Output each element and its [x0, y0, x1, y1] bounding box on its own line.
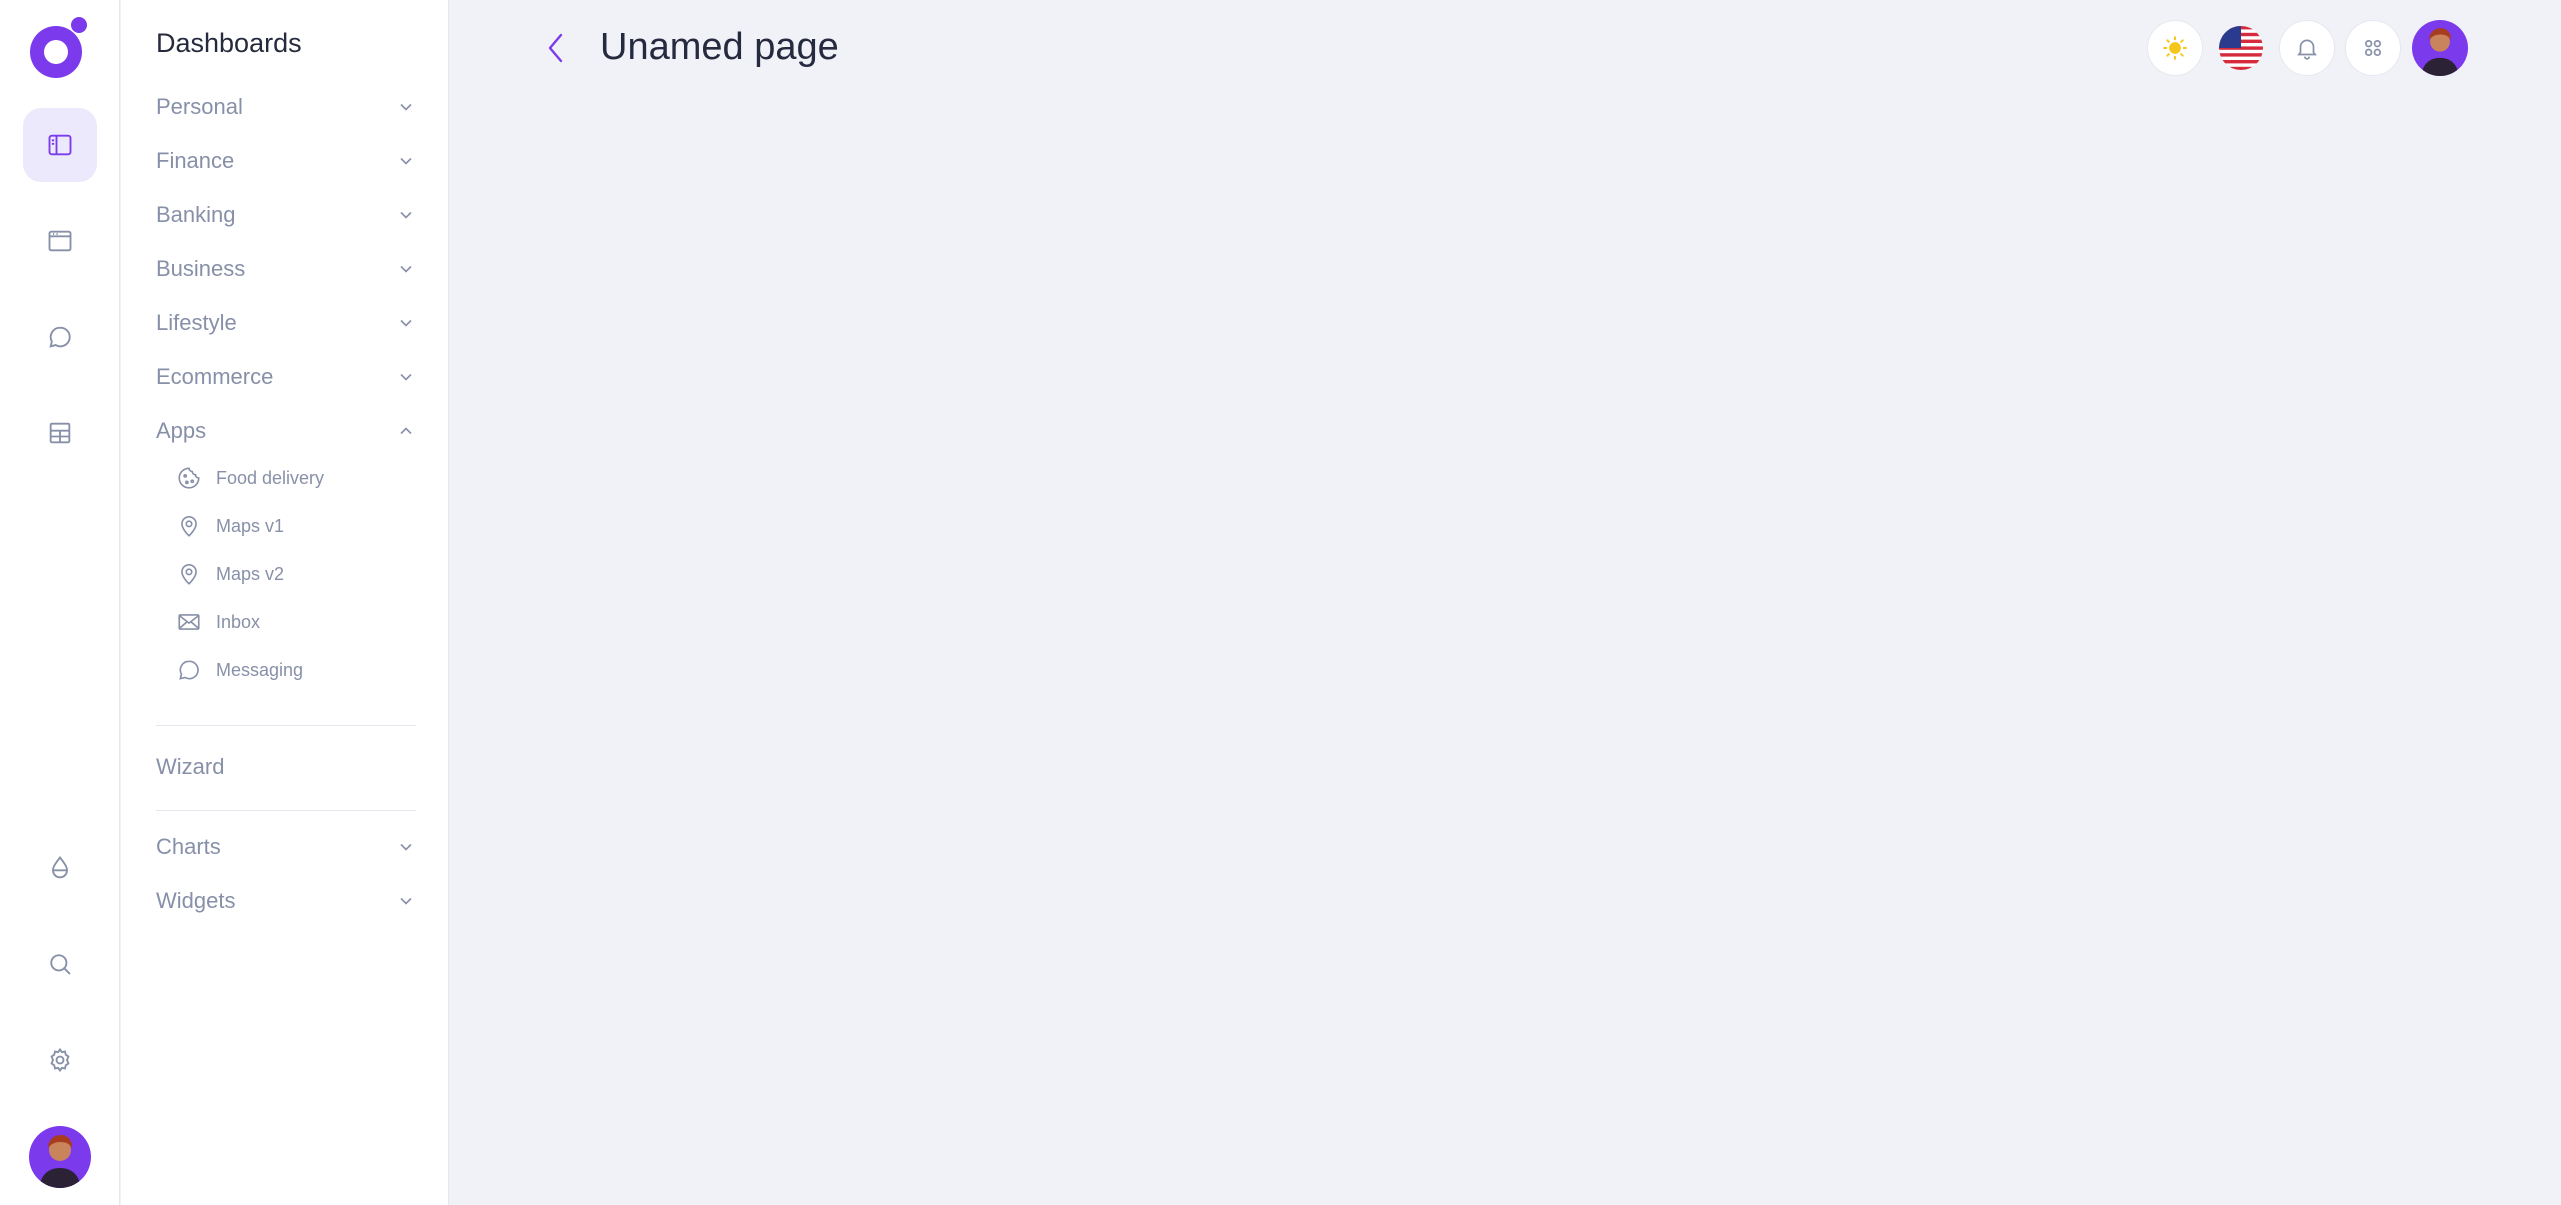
chevron-down-icon [400, 103, 412, 111]
sub-item-maps-v2[interactable]: Maps v2 [176, 557, 284, 591]
theme-toggle-button[interactable] [2147, 20, 2203, 76]
nav-item-label: Charts [156, 834, 221, 859]
chevron-down-icon [400, 843, 412, 851]
nav-item-charts[interactable]: Charts [156, 827, 416, 867]
nav-item-label: Ecommerce [156, 364, 274, 389]
dashboards-rail-button[interactable] [23, 108, 97, 182]
chevron-down-icon [400, 157, 412, 165]
chevron-down-icon [400, 373, 412, 381]
nav-item-business[interactable]: Business [156, 249, 416, 289]
page-title: Unamed page [600, 26, 839, 68]
chevron-up-icon [400, 427, 412, 435]
browser-window-icon [48, 230, 72, 252]
sub-item-label: Maps v1 [216, 515, 285, 536]
sub-item-label: Food delivery [216, 467, 325, 488]
sub-item-label: Inbox [216, 611, 261, 632]
tables-rail-button[interactable] [23, 396, 97, 470]
table-grid-icon [49, 422, 71, 444]
sub-item-label: Messaging [216, 659, 304, 680]
chat-rail-button[interactable] [23, 300, 97, 374]
chevron-down-icon [400, 897, 412, 905]
user-avatar[interactable] [29, 1126, 91, 1188]
nav-item-label: Finance [156, 148, 235, 173]
back-button[interactable] [538, 28, 574, 68]
sub-item-maps-v1[interactable]: Maps v1 [176, 509, 284, 543]
nav-item-label: Lifestyle [156, 310, 237, 335]
icon-rail [0, 0, 120, 1205]
app-logo[interactable] [30, 16, 90, 80]
sidebar-layout-icon [48, 134, 72, 156]
nav-item-wizard[interactable]: Wizard [156, 747, 416, 787]
sub-item-inbox[interactable]: Inbox [176, 605, 260, 639]
map-pin-icon [176, 561, 202, 587]
search-rail-button[interactable] [23, 927, 97, 1001]
language-selector-button[interactable] [2213, 20, 2269, 76]
bell-icon [2297, 39, 2317, 60]
sun-icon [2163, 36, 2187, 60]
chat-bubble-icon [49, 326, 71, 348]
chevron-down-icon [400, 319, 412, 327]
chat-bubble-icon [176, 657, 202, 683]
sub-item-label: Maps v2 [216, 563, 285, 584]
nav-item-personal[interactable]: Personal [156, 87, 416, 127]
chevron-left-icon [548, 33, 563, 63]
nav-item-ecommerce[interactable]: Ecommerce [156, 357, 416, 397]
us-flag-icon [2219, 26, 2263, 70]
droplet-icon [52, 855, 68, 879]
chevron-down-icon [400, 265, 412, 273]
notifications-button[interactable] [2279, 20, 2335, 76]
nav-item-label: Apps [156, 418, 207, 443]
sub-item-food-delivery[interactable]: Food delivery [176, 461, 324, 495]
search-icon [50, 954, 71, 975]
sidebar-divider [156, 810, 416, 811]
nav-item-label: Business [156, 256, 246, 281]
nav-item-label: Personal [156, 94, 243, 119]
grid-icon [2364, 39, 2382, 57]
sidebar-panel: Dashboards Personal Finance Banking Busi… [121, 0, 449, 1205]
layouts-rail-button[interactable] [23, 204, 97, 278]
nav-item-banking[interactable]: Banking [156, 195, 416, 235]
theme-rail-button[interactable] [23, 831, 97, 905]
apps-grid-button[interactable] [2345, 20, 2401, 76]
nav-item-label: Banking [156, 202, 236, 227]
nav-item-apps[interactable]: Apps [156, 411, 416, 451]
envelope-icon [176, 609, 202, 635]
sub-item-messaging[interactable]: Messaging [176, 653, 303, 687]
chevron-down-icon [400, 211, 412, 219]
nav-item-lifestyle[interactable]: Lifestyle [156, 303, 416, 343]
settings-rail-button[interactable] [23, 1023, 97, 1097]
sidebar-title: Dashboards [156, 28, 302, 58]
nav-item-widgets[interactable]: Widgets [156, 881, 416, 921]
gear-icon [50, 1047, 70, 1073]
map-pin-icon [176, 513, 202, 539]
nav-item-label: Wizard [156, 754, 225, 779]
nav-item-label: Widgets [156, 888, 236, 913]
profile-avatar[interactable] [2412, 20, 2468, 76]
sidebar-divider [156, 725, 416, 726]
nav-item-finance[interactable]: Finance [156, 141, 416, 181]
cookie-icon [176, 465, 202, 491]
